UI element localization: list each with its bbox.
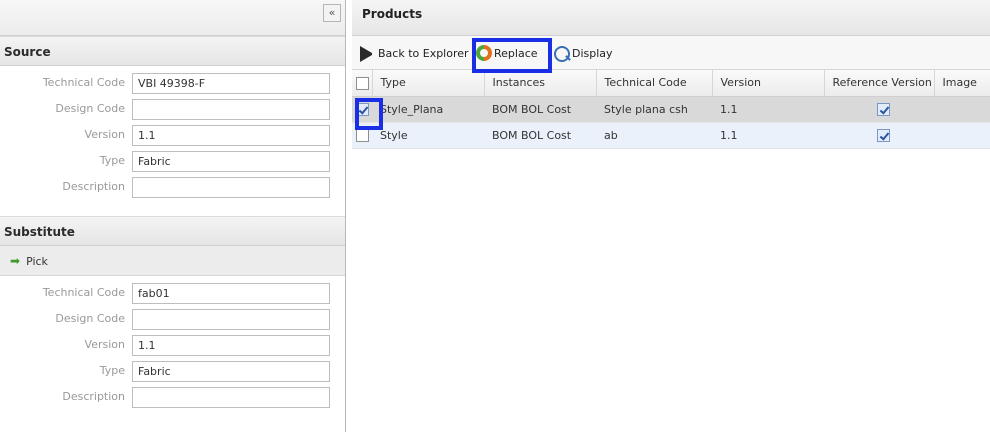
source-description-input[interactable]	[132, 177, 330, 198]
type-cell: Style_Plana	[372, 96, 484, 123]
collapse-panel-button[interactable]: «	[323, 4, 341, 22]
select-all-checkbox[interactable]	[356, 76, 369, 90]
source-description-row: Description	[0, 174, 345, 200]
field-label: Design Code	[55, 312, 125, 325]
back-arrow-icon	[360, 45, 376, 62]
instances-link[interactable]: BOM BOL Cost	[484, 122, 596, 149]
substitute-type-input[interactable]: Fabric	[132, 361, 330, 382]
field-label: Technical Code	[42, 286, 125, 299]
left-panel-topbar: «	[0, 0, 345, 36]
pick-button[interactable]: ➡ Pick	[0, 246, 345, 276]
column-header-technical-code[interactable]: Technical Code	[596, 70, 713, 97]
replace-label: Replace	[494, 46, 538, 60]
row-select-checkbox[interactable]	[356, 128, 369, 142]
reference-version-cell[interactable]	[824, 122, 934, 149]
table-header-row: Type Instances Technical Code Version Re…	[352, 70, 990, 97]
source-design-code-row: Design Code	[0, 96, 345, 122]
products-panel: Products Back to Explorer Replace Displa…	[352, 0, 990, 432]
table-row[interactable]: Style BOM BOL Cost ab 1.1	[352, 122, 990, 149]
source-technical-code-row: Technical Code VBI 49398-F	[0, 70, 345, 96]
column-header-type[interactable]: Type	[372, 70, 485, 97]
replace-button[interactable]: Replace	[476, 44, 538, 62]
source-type-row: Type Fabric	[0, 148, 345, 174]
source-section-header: Source	[0, 36, 345, 66]
substitute-section-header: Substitute	[0, 216, 345, 246]
source-version-input[interactable]: 1.1	[132, 125, 330, 146]
row-select-cell[interactable]	[352, 96, 372, 123]
display-label: Display	[572, 46, 613, 60]
products-toolbar: Back to Explorer Replace Display	[352, 36, 990, 70]
table-row[interactable]: Style_Plana BOM BOL Cost Style plana csh…	[352, 96, 990, 123]
image-cell	[934, 122, 990, 149]
technical-code-link[interactable]: Style plana csh	[596, 96, 712, 123]
pick-label: Pick	[26, 255, 48, 268]
substitute-technical-code-row: Technical Code fab01	[0, 280, 345, 306]
left-panel: « Source Technical Code VBI 49398-F Desi…	[0, 0, 346, 432]
row-select-cell[interactable]	[352, 122, 372, 149]
display-button[interactable]: Display	[554, 44, 613, 62]
technical-code-link[interactable]: ab	[596, 122, 712, 149]
column-header-image[interactable]: Image	[934, 70, 990, 97]
field-label: Type	[99, 154, 125, 167]
row-select-checkbox[interactable]	[356, 102, 369, 116]
source-technical-code-input[interactable]: VBI 49398-F	[132, 73, 330, 94]
type-cell: Style	[372, 122, 484, 149]
field-label: Version	[84, 338, 125, 351]
substitute-type-row: Type Fabric	[0, 358, 345, 384]
reference-version-cell[interactable]	[824, 96, 934, 123]
back-to-explorer-label: Back to Explorer	[378, 46, 469, 60]
field-label: Description	[62, 390, 125, 403]
source-design-code-input[interactable]	[132, 99, 330, 120]
products-header: Products	[352, 0, 990, 36]
substitute-description-row: Description	[0, 384, 345, 410]
substitute-form: Technical Code fab01 Design Code Version…	[0, 276, 345, 410]
column-header-version[interactable]: Version	[712, 70, 825, 97]
refresh-icon	[476, 45, 492, 61]
substitute-version-row: Version 1.1	[0, 332, 345, 358]
back-to-explorer-button[interactable]: Back to Explorer	[360, 44, 469, 62]
arrow-right-icon: ➡	[10, 254, 21, 268]
reference-version-checkbox[interactable]	[876, 128, 890, 142]
instances-link[interactable]: BOM BOL Cost	[484, 96, 596, 123]
substitute-technical-code-input[interactable]: fab01	[132, 283, 330, 304]
field-label: Description	[62, 180, 125, 193]
field-label: Technical Code	[42, 76, 125, 89]
source-form: Technical Code VBI 49398-F Design Code V…	[0, 66, 345, 200]
version-cell: 1.1	[712, 122, 824, 149]
field-label: Version	[84, 128, 125, 141]
version-cell: 1.1	[712, 96, 824, 123]
column-header-reference-version[interactable]: Reference Version	[824, 70, 935, 97]
select-all-header[interactable]	[352, 70, 373, 97]
substitute-version-input[interactable]: 1.1	[132, 335, 330, 356]
products-table: Type Instances Technical Code Version Re…	[352, 70, 990, 149]
substitute-design-code-row: Design Code	[0, 306, 345, 332]
source-version-row: Version 1.1	[0, 122, 345, 148]
reference-version-checkbox[interactable]	[876, 102, 890, 116]
substitute-description-input[interactable]	[132, 387, 330, 408]
field-label: Design Code	[55, 102, 125, 115]
substitute-design-code-input[interactable]	[132, 309, 330, 330]
field-label: Type	[99, 364, 125, 377]
magnifier-icon	[554, 45, 570, 62]
source-type-input[interactable]: Fabric	[132, 151, 330, 172]
image-cell	[934, 96, 990, 123]
column-header-instances[interactable]: Instances	[484, 70, 597, 97]
